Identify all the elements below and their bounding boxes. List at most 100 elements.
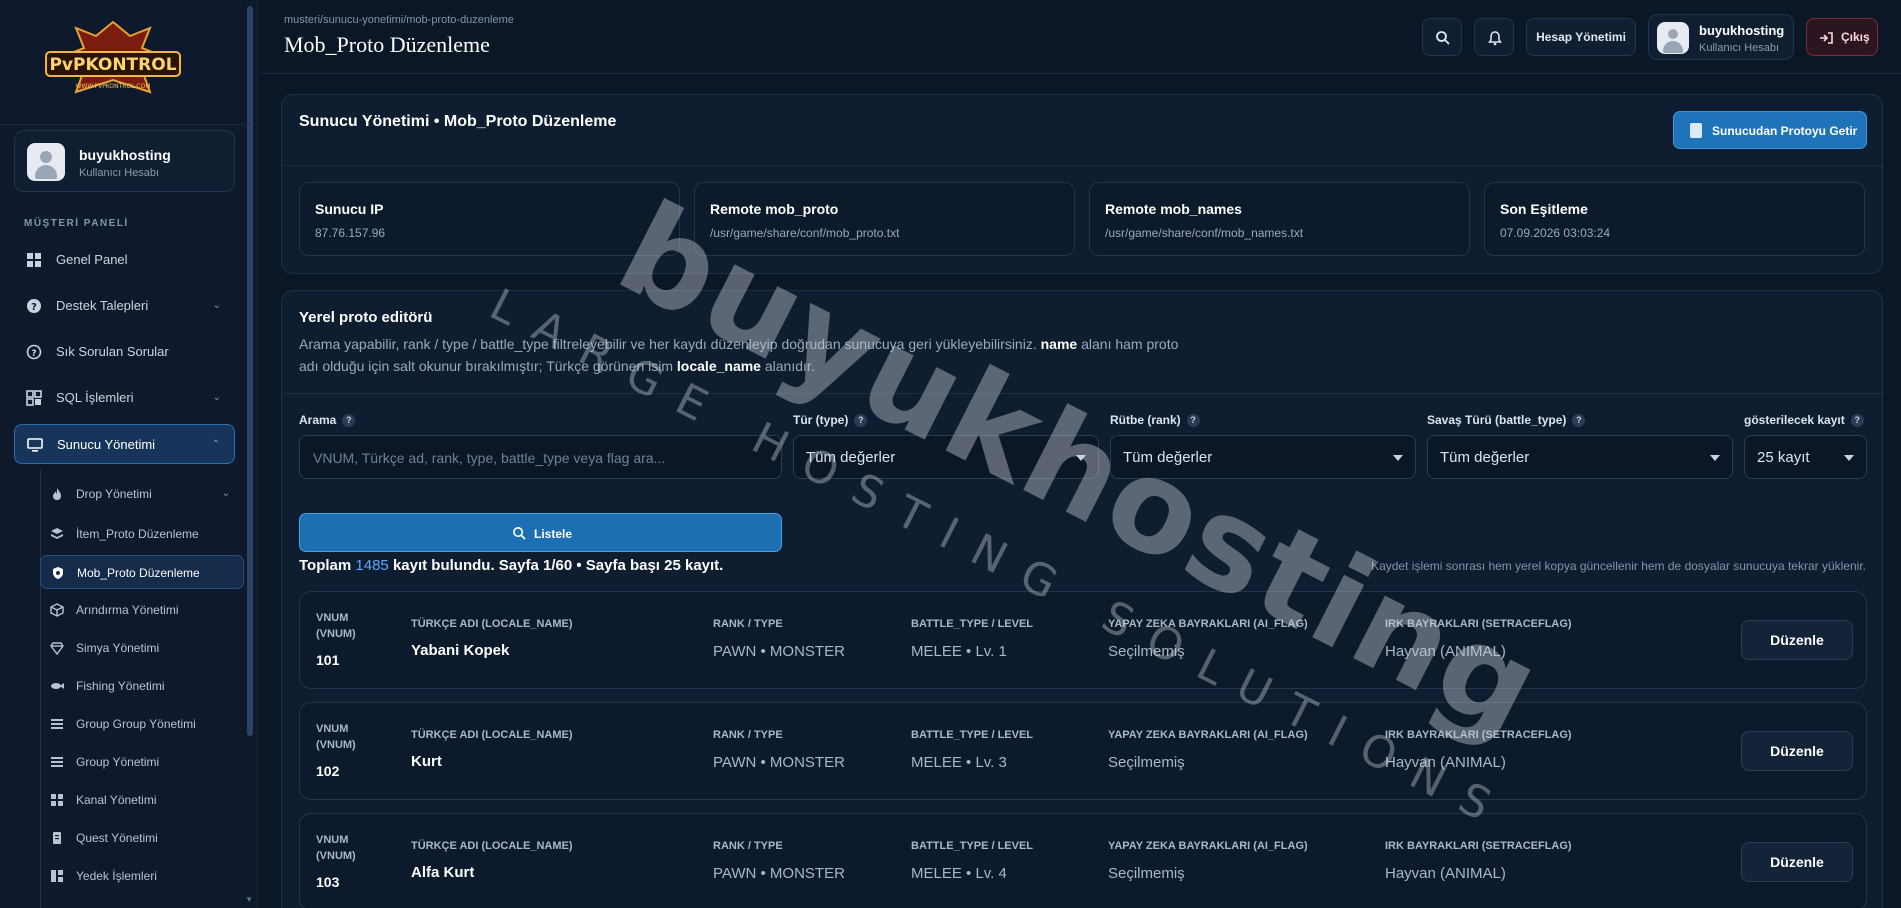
info-card-remote-mob-names: Remote mob_names /usr/game/share/conf/mo… xyxy=(1089,182,1470,256)
pvpkontrol-logo[interactable]: PvPKONTROL WWW.PVPKONTROL.COM xyxy=(38,18,188,102)
search-label: Arama? xyxy=(299,413,356,428)
scroll-down-icon[interactable]: ▼ xyxy=(245,895,253,904)
info-card-last-sync: Son Eşitleme 07.09.2026 03:03:24 xyxy=(1484,182,1865,256)
sidebar-user-name: buyukhosting xyxy=(79,147,171,163)
vnum-header: VNUM (VNUM) xyxy=(316,834,356,862)
sub-item-label: Group Group Yönetimi xyxy=(76,717,196,731)
logout-button[interactable]: Çıkış xyxy=(1806,18,1878,56)
sub-item-label: Mob_Proto Düzenleme xyxy=(77,566,200,580)
grid-icon xyxy=(26,390,42,406)
server-info-panel: Sunucu Yönetimi • Mob_Proto Düzenleme Su… xyxy=(281,94,1883,274)
flame-icon xyxy=(53,488,61,500)
vnum-value: 103 xyxy=(316,874,340,890)
bell-icon xyxy=(1488,31,1502,46)
sub-item-mob-proto[interactable]: Mob_Proto Düzenleme xyxy=(40,555,244,589)
help-icon[interactable]: ? xyxy=(1572,414,1586,428)
battle-type-select[interactable]: Tüm değerler xyxy=(1427,435,1733,479)
chevron-down-icon: ⌄ xyxy=(212,392,221,403)
name-header: TÜRKÇE ADI (LOCALE_NAME) xyxy=(411,840,573,852)
help-icon[interactable]: ? xyxy=(1186,414,1200,428)
account-management-button[interactable]: Hesap Yönetimi xyxy=(1526,18,1636,56)
document-icon xyxy=(53,832,61,844)
battle-value: MELEE • Lv. 1 xyxy=(911,643,1007,660)
header-user-profile[interactable]: buyukhosting Kullanıcı Hesabı xyxy=(1648,14,1794,60)
fetch-proto-button[interactable]: Sunucudan Protoyu Getir xyxy=(1673,111,1867,149)
panel-divider xyxy=(282,165,1882,166)
sidebar-item-label: Destek Talepleri xyxy=(56,298,149,313)
info-card-server-ip: Sunucu IP 87.76.157.96 xyxy=(299,182,680,256)
help-icon[interactable]: ? xyxy=(342,414,356,428)
battle-value: MELEE • Lv. 3 xyxy=(911,754,1007,771)
sidebar-section-label: MÜŞTERİ PANELİ xyxy=(24,218,129,229)
sidebar-scrollbar[interactable] xyxy=(247,6,253,736)
page-size-select[interactable]: 25 kayıt xyxy=(1744,435,1867,479)
battle-header: BATTLE_TYPE / LEVEL xyxy=(911,840,1034,852)
edit-button[interactable]: Düzenle xyxy=(1741,731,1853,771)
sub-item-label: Quest Yönetimi xyxy=(76,831,158,845)
layout-icon xyxy=(51,870,63,882)
sub-item-group[interactable]: Group Yönetimi xyxy=(40,745,244,779)
svg-text:?: ? xyxy=(31,349,36,359)
sidebar-item-sql-islemleri[interactable]: SQL İşlemleri ⌄ xyxy=(14,378,235,418)
chevron-down-icon: ⌄ xyxy=(221,488,230,499)
sub-item-label: Simya Yönetimi xyxy=(76,641,160,655)
fish-icon xyxy=(51,683,64,689)
sub-item-arindirma[interactable]: Arındırma Yönetimi xyxy=(40,593,244,627)
chevron-up-icon: ⌃ xyxy=(211,439,220,450)
rank-header: RANK / TYPE xyxy=(713,729,783,741)
race-flag-header: IRK BAYRAKLARI (SETRACEFLAG) xyxy=(1385,840,1572,852)
notifications-button[interactable] xyxy=(1474,18,1514,56)
sidebar-item-sss[interactable]: ? Sık Sorulan Sorular xyxy=(14,332,235,372)
list-icon xyxy=(51,719,63,729)
caret-down-icon xyxy=(1393,455,1403,461)
sub-item-simya[interactable]: Simya Yönetimi xyxy=(40,631,244,665)
sidebar-item-genel-panel[interactable]: Genel Panel xyxy=(14,240,235,280)
sub-item-label: Fishing Yönetimi xyxy=(76,679,165,693)
battle-type-label: Savaş Türü (battle_type)? xyxy=(1427,413,1586,428)
info-card-title: Sunucu IP xyxy=(315,201,384,217)
sub-item-quest[interactable]: Quest Yönetimi xyxy=(40,821,244,855)
name-value: Kurt xyxy=(411,753,442,770)
sub-item-yedek[interactable]: Yedek İşlemleri xyxy=(40,859,244,893)
rank-header: RANK / TYPE xyxy=(713,840,783,852)
edit-button[interactable]: Düzenle xyxy=(1741,842,1853,882)
list-button[interactable]: Listele xyxy=(299,513,782,552)
vnum-value: 101 xyxy=(316,652,340,668)
result-summary: Toplam 1485 kayıt bulundu. Sayfa 1/60 • … xyxy=(299,557,724,574)
box-icon xyxy=(50,603,64,617)
sub-item-kanal[interactable]: Kanal Yönetimi xyxy=(40,783,244,817)
sub-item-label: Kanal Yönetimi xyxy=(76,793,157,807)
sub-item-drop-yonetimi[interactable]: Drop Yönetimi ⌄ xyxy=(40,477,244,511)
logout-label: Çıkış xyxy=(1841,30,1870,44)
info-card-title: Son Eşitleme xyxy=(1500,201,1588,217)
caret-down-icon xyxy=(1710,455,1720,461)
sidebar: PvPKONTROL WWW.PVPKONTROL.COM buyukhosti… xyxy=(0,0,258,908)
svg-text:PvPKONTROL: PvPKONTROL xyxy=(49,55,176,75)
sub-item-label: Drop Yönetimi xyxy=(76,487,152,501)
sub-item-label: Yedek İşlemleri xyxy=(76,869,157,883)
help-icon[interactable]: ? xyxy=(1850,414,1864,428)
list-button-label: Listele xyxy=(534,527,573,541)
rank-value: PAWN • MONSTER xyxy=(713,754,845,771)
avatar xyxy=(27,143,65,181)
monitor-icon xyxy=(27,438,43,452)
svg-text:WWW.PVPKONTROL.COM: WWW.PVPKONTROL.COM xyxy=(75,83,150,90)
search-button[interactable] xyxy=(1422,18,1462,56)
sidebar-user-card[interactable]: buyukhosting Kullanıcı Hesabı xyxy=(14,130,235,192)
sidebar-item-sunucu-yonetimi[interactable]: Sunucu Yönetimi ⌃ xyxy=(14,424,235,464)
sub-item-group-group[interactable]: Group Group Yönetimi xyxy=(40,707,244,741)
sub-item-item-proto[interactable]: İtem_Proto Düzenleme xyxy=(40,517,244,551)
sub-item-fishing[interactable]: Fishing Yönetimi xyxy=(40,669,244,703)
table-row: VNUM (VNUM) 102 TÜRKÇE ADI (LOCALE_NAME)… xyxy=(299,702,1867,800)
fetch-proto-label: Sunucudan Protoyu Getir xyxy=(1712,124,1858,138)
table-row: VNUM (VNUM) 103 TÜRKÇE ADI (LOCALE_NAME)… xyxy=(299,813,1867,908)
name-header: TÜRKÇE ADI (LOCALE_NAME) xyxy=(411,618,573,630)
search-input[interactable]: VNUM, Türkçe ad, rank, type, battle_type… xyxy=(299,435,782,479)
page-size-label: gösterilecek kayıt? xyxy=(1744,413,1864,428)
sidebar-item-destek-talepleri[interactable]: ? Destek Talepleri ⌄ xyxy=(14,286,235,326)
support-icon: ? xyxy=(27,299,41,313)
race-flag-value: Hayvan (ANIMAL) xyxy=(1385,865,1506,882)
shield-icon xyxy=(53,567,63,579)
edit-button[interactable]: Düzenle xyxy=(1741,620,1853,660)
search-icon xyxy=(1436,31,1450,45)
